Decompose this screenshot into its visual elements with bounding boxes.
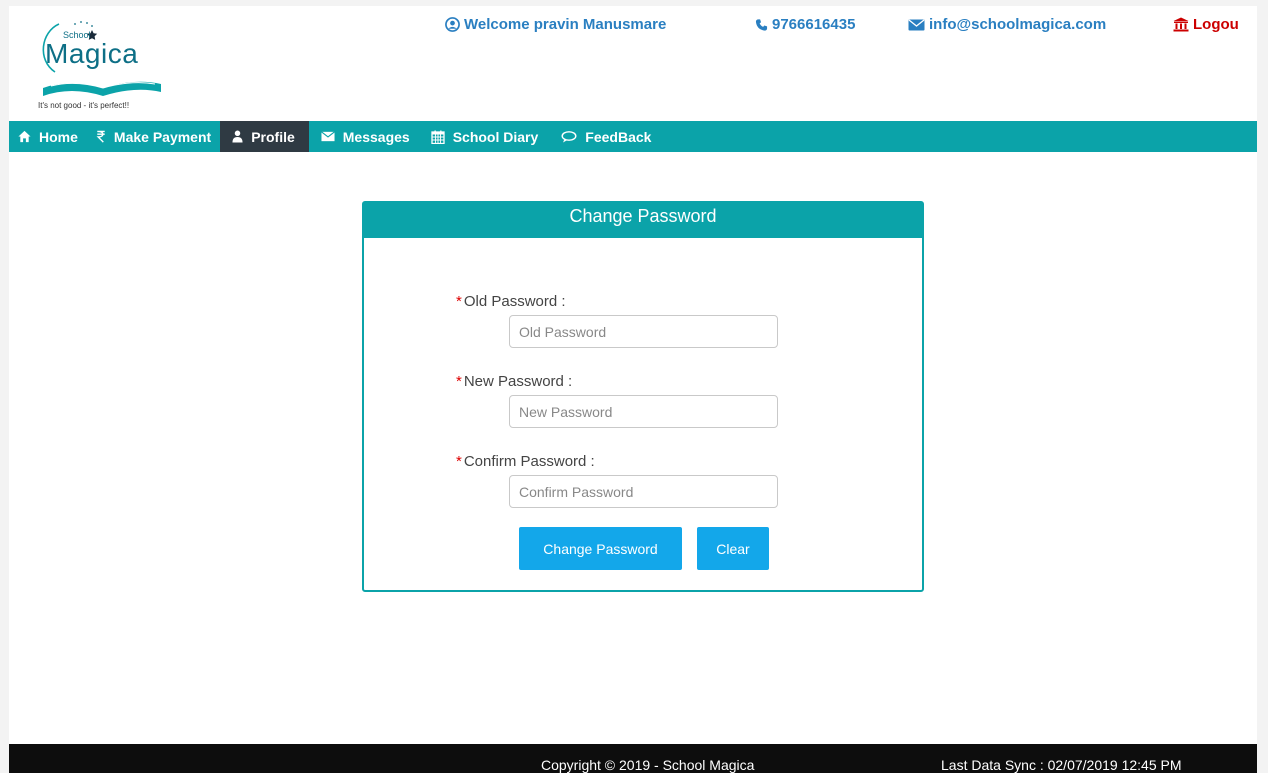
new-password-label-text: New Password :: [463, 373, 573, 390]
clear-button[interactable]: Clear: [697, 527, 769, 570]
required-marker: *: [456, 293, 462, 310]
confirm-password-input[interactable]: [509, 475, 778, 508]
confirm-password-label-text: Confirm Password :: [463, 453, 595, 470]
user-icon: [232, 130, 243, 143]
change-password-button[interactable]: Change Password: [519, 527, 682, 570]
confirm-password-label: * Confirm Password :: [456, 453, 595, 470]
nav-profile[interactable]: Profile: [220, 121, 309, 152]
phone-icon: [755, 18, 768, 31]
logo-brand-text: Magica: [45, 38, 139, 69]
nav-home[interactable]: Home: [9, 121, 87, 152]
email-address: info@schoolmagica.com: [929, 16, 1107, 33]
comment-icon: [561, 130, 577, 142]
welcome-user: Welcome pravin Manusmare: [445, 16, 666, 33]
new-password-label: * New Password :: [456, 373, 572, 390]
nav-school-diary[interactable]: School Diary: [419, 121, 548, 152]
site-header: School Magica It's not good - it's perfe…: [9, 6, 1257, 121]
nav-feedback-label: FeedBack: [585, 128, 652, 145]
last-data-sync: Last Data Sync : 02/07/2019 12:45 PM: [941, 757, 1182, 773]
new-password-input[interactable]: [509, 395, 778, 428]
old-password-label: * Old Password :: [456, 293, 566, 310]
main-navbar: Home Make Payment Profile Messages Schoo…: [9, 121, 1257, 152]
old-password-input[interactable]: [509, 315, 778, 348]
panel-title: Change Password: [364, 203, 922, 238]
nav-make-payment[interactable]: Make Payment: [87, 121, 220, 152]
nav-messages-label: Messages: [342, 128, 410, 145]
copyright-text: Copyright © 2019 - School Magica: [541, 757, 755, 773]
window-scrollbar-track[interactable]: [1257, 0, 1268, 773]
nav-home-label: Home: [39, 128, 78, 145]
welcome-text: Welcome pravin Manusmare: [464, 16, 667, 33]
window-left-edge: [0, 0, 9, 773]
institution-icon: [1173, 17, 1189, 32]
old-password-label-text: Old Password :: [463, 293, 566, 310]
phone-number: 9766616435: [772, 16, 856, 33]
required-marker: *: [456, 373, 462, 390]
nav-messages[interactable]: Messages: [309, 121, 419, 152]
change-password-panel: Change Password * Old Password : * New Pas…: [362, 201, 924, 592]
contact-email[interactable]: info@schoolmagica.com: [908, 16, 1106, 33]
site-footer: Copyright © 2019 - School Magica Last Da…: [9, 744, 1257, 773]
nav-profile-label: Profile: [251, 128, 295, 145]
logout-link[interactable]: Logou: [1173, 16, 1239, 33]
nav-make-payment-label: Make Payment: [113, 128, 212, 145]
rupee-icon: [96, 130, 105, 143]
required-marker: *: [456, 453, 462, 470]
envelope-icon: [320, 131, 335, 142]
calendar-icon: [431, 130, 445, 144]
logo-tagline: It's not good - it's perfect!!: [38, 101, 130, 110]
contact-phone[interactable]: 9766616435: [755, 16, 855, 33]
envelope-icon: [908, 18, 925, 30]
logout-label: Logou: [1193, 16, 1239, 33]
nav-feedback[interactable]: FeedBack: [547, 121, 660, 152]
nav-school-diary-label: School Diary: [452, 128, 539, 145]
user-circle-icon: [445, 17, 460, 32]
home-icon: [18, 130, 31, 143]
